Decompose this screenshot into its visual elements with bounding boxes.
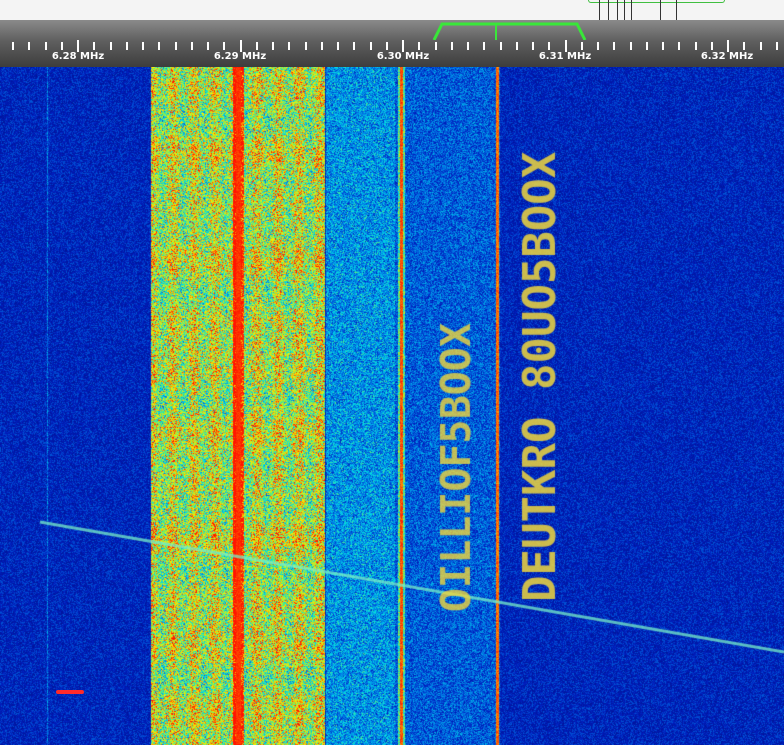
minor-tick	[435, 42, 437, 50]
minor-tick	[418, 42, 420, 50]
minor-tick	[126, 42, 128, 50]
top-tick	[631, 0, 632, 20]
minor-tick	[695, 42, 697, 50]
minor-tick	[581, 42, 583, 50]
minor-tick	[662, 42, 664, 50]
minor-tick	[386, 42, 388, 50]
minor-tick	[142, 42, 144, 50]
minor-tick	[337, 42, 339, 50]
minor-tick	[760, 42, 762, 50]
minor-tick	[305, 42, 307, 50]
top-tick	[599, 0, 600, 20]
minor-tick	[776, 42, 778, 50]
minor-tick	[532, 42, 534, 50]
minor-tick	[467, 42, 469, 50]
minor-tick	[483, 42, 485, 50]
freq-label-628: 6.28 MHz	[51, 51, 105, 62]
filter-passband-shape	[432, 22, 587, 40]
minor-tick	[353, 42, 355, 50]
top-tick	[660, 0, 661, 20]
freq-label-631: 6.31 MHz	[538, 51, 592, 62]
minor-tick	[272, 42, 274, 50]
minor-tick	[61, 42, 63, 50]
waterfall-display[interactable]	[0, 67, 784, 745]
minor-tick	[191, 42, 193, 50]
minor-tick	[175, 42, 177, 50]
minor-tick	[646, 42, 648, 50]
minor-tick	[158, 42, 160, 50]
minor-tick	[711, 42, 713, 50]
minor-tick	[548, 42, 550, 50]
minor-tick	[207, 42, 209, 50]
minor-tick	[516, 42, 518, 50]
frequency-scale[interactable]: 6.28 MHz 6.29 MHz 6.30 MHz 6.31 MHz 6.32…	[0, 20, 784, 67]
minor-tick	[613, 42, 615, 50]
filter-passband[interactable]	[0, 20, 784, 40]
top-tick	[608, 0, 609, 20]
minor-tick	[500, 42, 502, 50]
minor-tick	[12, 42, 14, 50]
minor-tick	[321, 42, 323, 50]
freq-label-629: 6.29 MHz	[213, 51, 267, 62]
top-tick	[676, 0, 677, 20]
freq-label-632: 6.32 MHz	[700, 51, 754, 62]
minor-tick	[630, 42, 632, 50]
minor-tick	[45, 42, 47, 50]
minor-tick	[223, 42, 225, 50]
marker-indicator	[56, 690, 84, 694]
minor-tick	[743, 42, 745, 50]
minor-tick	[370, 42, 372, 50]
minor-tick	[678, 42, 680, 50]
minor-tick	[110, 42, 112, 50]
top-tick	[624, 0, 625, 20]
minor-tick	[597, 42, 599, 50]
minor-tick	[256, 42, 258, 50]
minor-tick	[288, 42, 290, 50]
minor-tick	[93, 42, 95, 50]
top-tick	[617, 0, 618, 20]
minor-tick	[28, 42, 30, 50]
top-strip	[0, 0, 784, 20]
minor-tick	[451, 42, 453, 50]
freq-label-630: 6.30 MHz	[376, 51, 430, 62]
